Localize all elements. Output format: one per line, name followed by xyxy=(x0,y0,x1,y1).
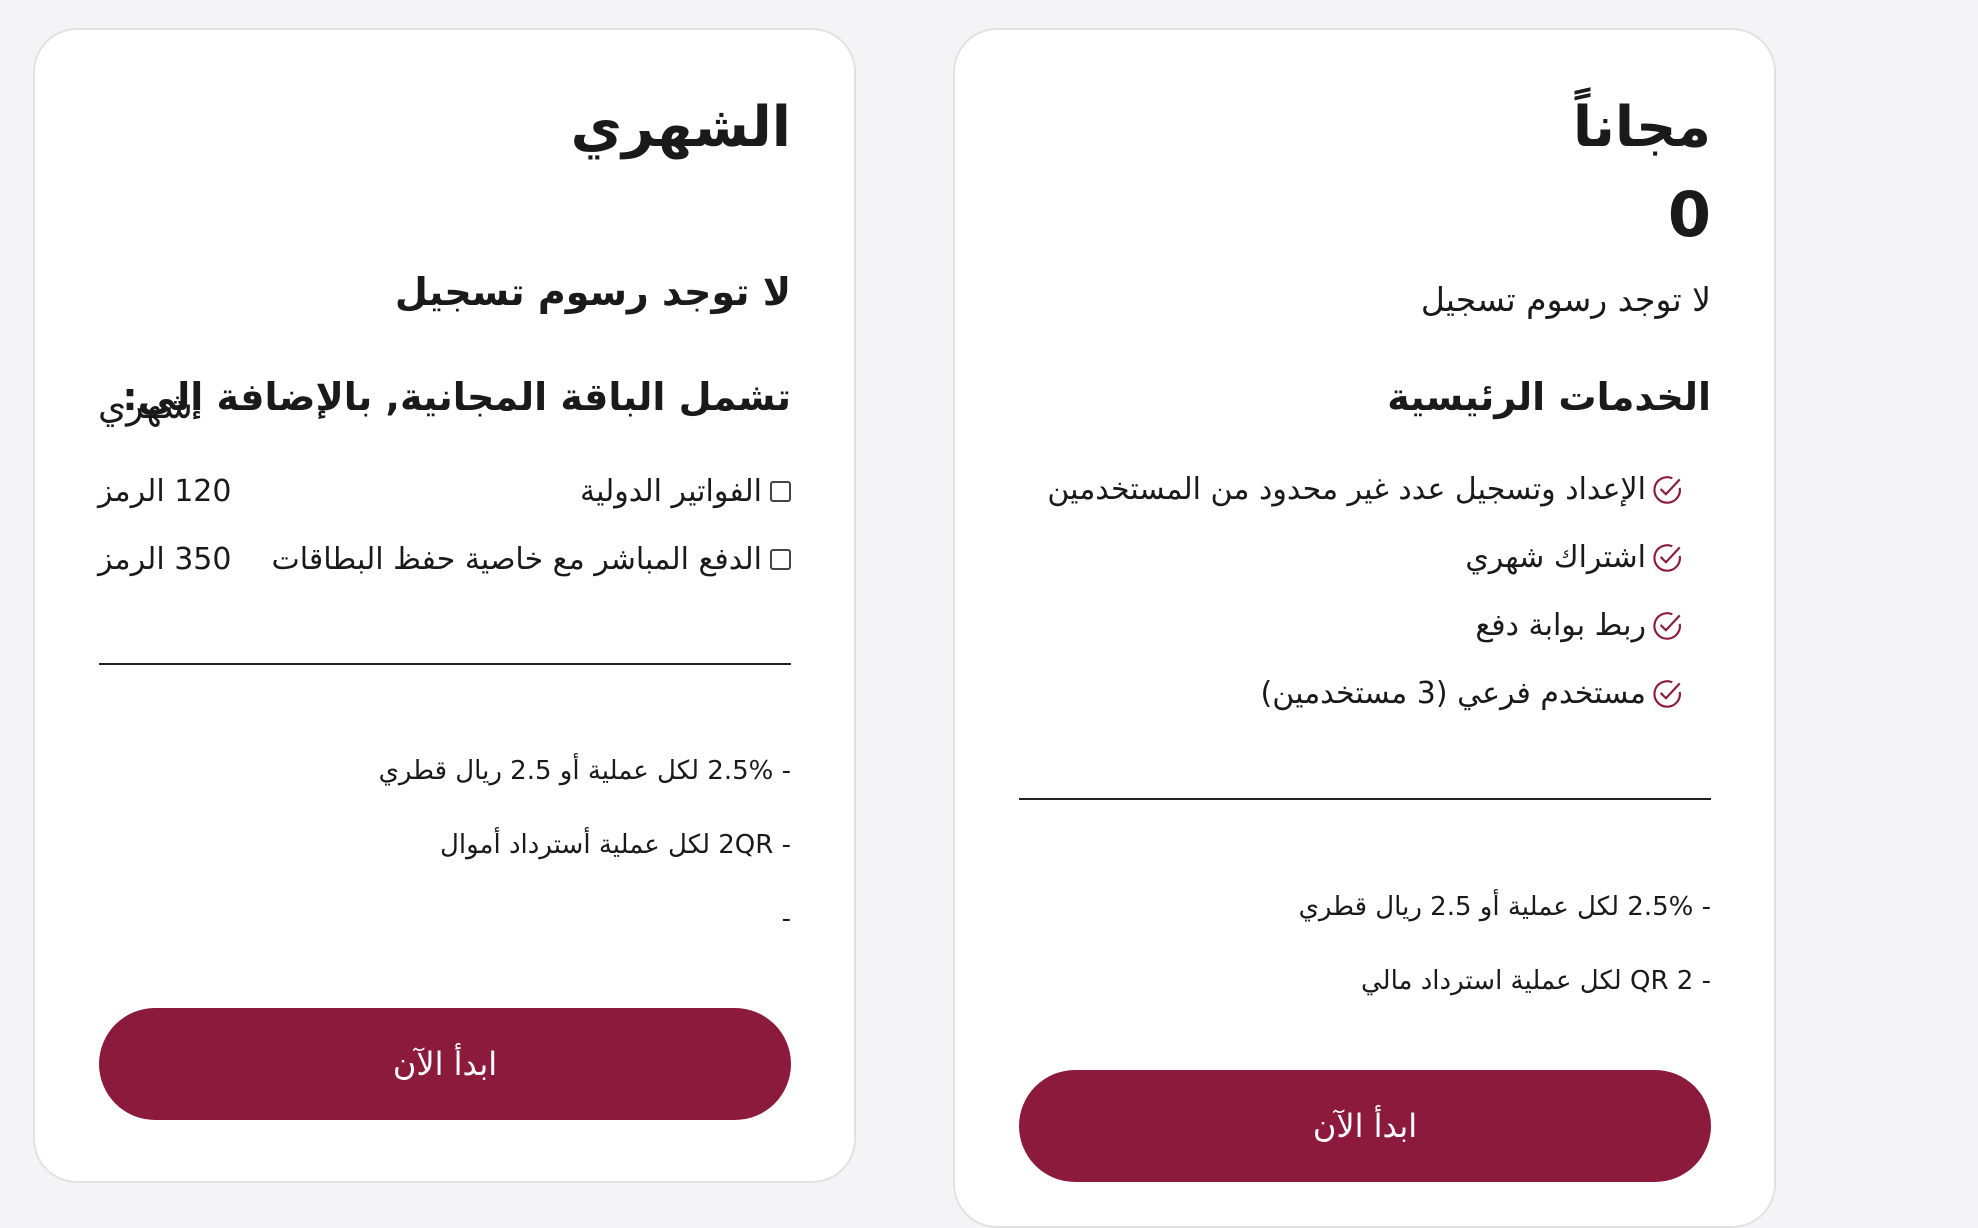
addon-direct-payment-checkbox[interactable] xyxy=(770,549,791,570)
free-plan-card: مجاناً 0 لا توجد رسوم تسجيل الخدمات الرئ… xyxy=(953,28,1776,1228)
addon-label: الدفع المباشر مع خاصية حفظ البطاقات xyxy=(271,542,762,577)
monthly-fee-line: - 2QR لكل عملية أسترداد أموال xyxy=(440,830,791,860)
addon-direct-payment-saved-cards[interactable]: الدفع المباشر مع خاصية حفظ البطاقات xyxy=(272,542,791,577)
check-circle-icon xyxy=(1653,475,1681,504)
check-circle-icon xyxy=(1653,679,1681,708)
free-fee-line: - 2.5% لكل عملية أو 2.5 ريال قطري xyxy=(1298,892,1711,922)
addon-price: 120 الرمز xyxy=(98,474,232,509)
check-circle-icon xyxy=(1653,543,1681,572)
free-plan-title: مجاناً xyxy=(1572,95,1711,160)
monthly-start-now-button[interactable]: ابدأ الآن xyxy=(99,1008,791,1120)
feature-item: مستخدم فرعي (3 مستخدمين) xyxy=(1261,676,1684,711)
feature-item: ربط بوابة دفع xyxy=(1475,608,1684,643)
free-fee-line: - QR 2 لكل عملية استرداد مالي xyxy=(1361,966,1711,996)
feature-item: الإعداد وتسجيل عدد غير محدود من المستخدم… xyxy=(1047,472,1684,507)
addon-international-invoices[interactable]: الفواتير الدولية xyxy=(580,474,791,509)
addon-label: الفواتير الدولية xyxy=(580,474,762,509)
monthly-plan-title: الشهري xyxy=(570,95,791,160)
feature-label: ربط بوابة دفع xyxy=(1475,608,1646,643)
monthly-no-registration-fee: لا توجد رسوم تسجيل xyxy=(394,270,791,314)
feature-item: اشتراك شهري xyxy=(1465,540,1684,575)
monthly-period-label: شهري xyxy=(98,386,193,427)
free-divider xyxy=(1019,798,1711,800)
free-no-registration-fee: لا توجد رسوم تسجيل xyxy=(1420,280,1711,319)
feature-label: الإعداد وتسجيل عدد غير محدود من المستخدم… xyxy=(1047,472,1646,507)
monthly-plan-card: الشهري لا توجد رسوم تسجيل تشمل الباقة ال… xyxy=(33,28,856,1183)
free-start-now-button[interactable]: ابدأ الآن xyxy=(1019,1070,1711,1182)
free-services-heading: الخدمات الرئيسية xyxy=(1387,375,1711,419)
monthly-fee-line: - xyxy=(781,904,791,934)
addon-international-invoices-checkbox[interactable] xyxy=(770,481,791,502)
check-circle-icon xyxy=(1653,611,1681,640)
monthly-fee-line: - 2.5% لكل عملية أو 2.5 ريال قطري xyxy=(378,756,791,786)
free-plan-price: 0 xyxy=(1667,178,1711,251)
monthly-includes-heading: تشمل الباقة المجانية, بالإضافة إلى: xyxy=(122,375,791,419)
feature-label: اشتراك شهري xyxy=(1465,540,1646,575)
addon-price: 350 الرمز xyxy=(98,542,232,577)
monthly-divider xyxy=(99,663,791,665)
feature-label: مستخدم فرعي (3 مستخدمين) xyxy=(1260,676,1646,711)
